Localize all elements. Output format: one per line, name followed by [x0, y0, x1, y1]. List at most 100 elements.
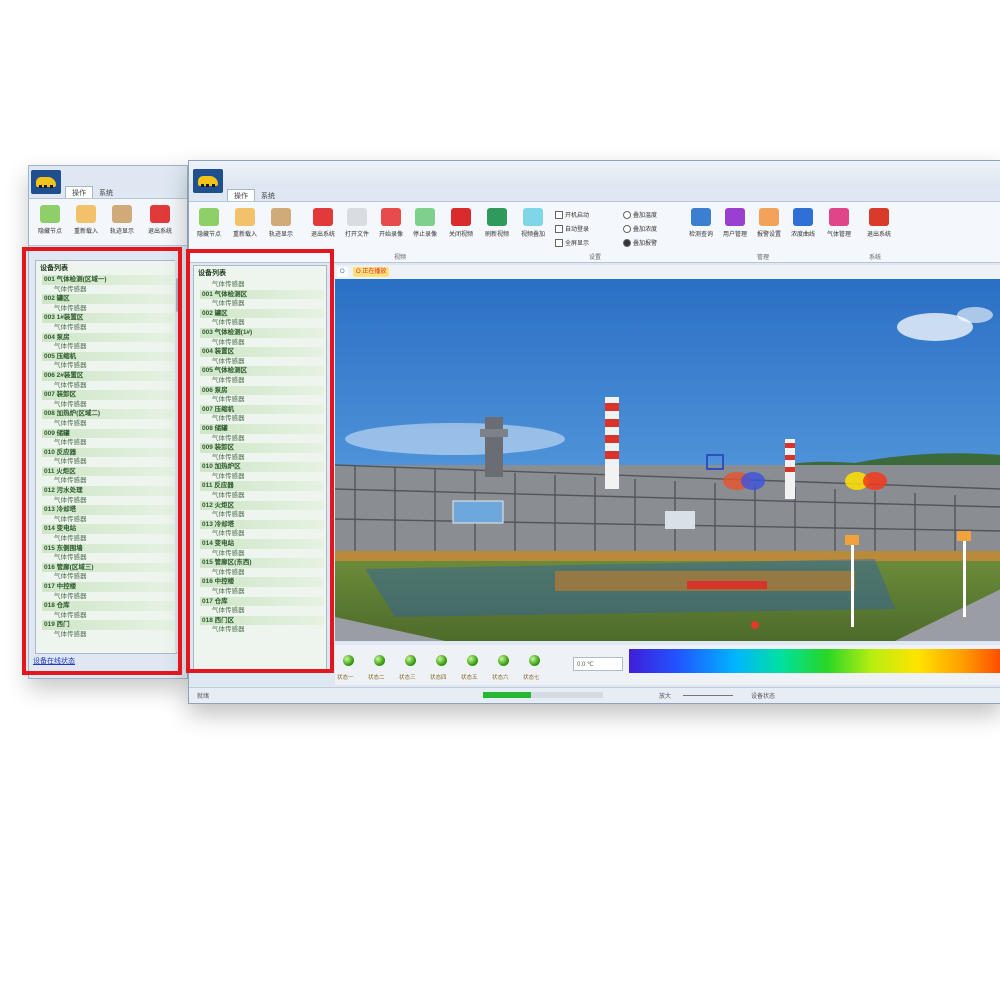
option-fullscreen[interactable]: 全屏显示 [555, 238, 590, 248]
option-label: 自动登录 [565, 227, 590, 233]
video-mode-button[interactable]: O [337, 267, 348, 277]
ribbon-button-label: 退出系统 [147, 229, 172, 235]
ribbon-toolbar: 隐藏节点 重新载入 轨迹显示 退出系统 [29, 198, 187, 246]
ribbon-button-green-arrow[interactable]: 停止录像 [407, 208, 443, 238]
playing-status-button[interactable]: O 正在播放 [353, 267, 390, 277]
record-icon [381, 208, 401, 226]
zoom-slider[interactable] [683, 695, 733, 696]
ribbon-button-label: 用户管理 [722, 232, 747, 238]
close-icon [150, 205, 170, 223]
ribbon-button-power[interactable]: 关闭视频 [443, 208, 479, 238]
orange-square-icon [76, 205, 96, 223]
status-led-label: 状态三 [399, 675, 416, 681]
ribbon-button-record[interactable]: 开始录像 [373, 208, 409, 238]
tan-square-icon [271, 208, 291, 226]
video-feed[interactable] [335, 279, 1000, 641]
ribbon-button-exit[interactable]: 退出系统 [861, 208, 897, 238]
status-led-icon [436, 655, 447, 666]
highlight-box-right [186, 249, 334, 673]
ribbon-button-label: 刷新视频 [484, 232, 509, 238]
ribbon-button-label: 轨迹显示 [109, 229, 134, 235]
radio-button[interactable] [623, 211, 631, 220]
title-bar [189, 161, 1000, 187]
status-led-label: 状态五 [461, 675, 478, 681]
ribbon-button-green-square[interactable]: 隐藏节点 [191, 208, 227, 238]
status-led-label: 状态六 [492, 675, 509, 681]
ribbon-button-label: 重新载入 [232, 232, 257, 238]
orange-square-icon [235, 208, 255, 226]
color-scale-bar [629, 649, 1000, 673]
ribbon-button-folder[interactable]: 打开文件 [339, 208, 375, 238]
option-autostart[interactable]: 开机启动 [555, 210, 590, 220]
ribbon-button-user[interactable]: 用户管理 [717, 208, 753, 238]
highlight-box-left [22, 247, 182, 675]
power-icon [451, 208, 471, 226]
option-label: 开机启动 [565, 213, 590, 219]
progress-fill [483, 692, 531, 698]
ribbon-button-overlay[interactable]: 视频叠加 [515, 208, 551, 238]
vehicle-logo-icon [36, 177, 56, 188]
ribbon-button-orange-square[interactable]: 重新载入 [227, 208, 263, 238]
temperature-field[interactable]: 0.0 ℃ [573, 657, 623, 671]
status-bar: 就绪 放大 设备状态 [189, 687, 1000, 703]
radio-overlay-alarm[interactable]: 叠加报警 [623, 238, 658, 248]
checkbox[interactable] [555, 225, 563, 234]
tan-square-icon [112, 205, 132, 223]
status-led-label: 状态四 [430, 675, 447, 681]
close-icon [313, 208, 333, 226]
group-label-manage: 管理 [757, 255, 770, 261]
ribbon-button-orange-square[interactable]: 重新载入 [69, 205, 103, 235]
status-led-icon [498, 655, 509, 666]
folder-icon [347, 208, 367, 226]
ribbon-button-label: 气体管理 [826, 232, 851, 238]
vehicle-logo-icon [198, 176, 218, 187]
ribbon-button-label: 退出系统 [310, 232, 335, 238]
radio-button[interactable] [623, 225, 631, 234]
search-icon [691, 208, 711, 226]
user-icon [725, 208, 745, 226]
ribbon-button-label: 检测查询 [688, 232, 713, 238]
ribbon-button-alarm[interactable]: 报警设置 [751, 208, 787, 238]
ribbon-button-green-square[interactable]: 隐藏节点 [33, 205, 67, 235]
ribbon-button-tan-square[interactable]: 轨迹显示 [263, 208, 299, 238]
status-led-label: 状态七 [523, 675, 540, 681]
ribbon-button-close[interactable]: 退出系统 [143, 205, 177, 235]
option-label: 叠加浓度 [633, 227, 658, 233]
checkbox[interactable] [555, 239, 563, 248]
option-label: 全屏显示 [565, 241, 590, 247]
ribbon-button-gas[interactable]: 气体管理 [821, 208, 857, 238]
app-logo [193, 169, 223, 193]
green-square-icon [40, 205, 60, 223]
ribbon-button-label: 开始录像 [378, 232, 403, 238]
status-led-icon [374, 655, 385, 666]
checkbox[interactable] [555, 211, 563, 220]
ribbon-button-refresh[interactable]: 刷新视频 [479, 208, 515, 238]
ribbon-button-label: 隐藏节点 [196, 232, 221, 238]
status-led-icon [405, 655, 416, 666]
ribbon-button-label: 报警设置 [756, 232, 781, 238]
industrial-site-image [335, 279, 1000, 641]
status-led-icon [343, 655, 354, 666]
status-ready-text: 就绪 [197, 694, 210, 700]
ribbon-button-label: 退出系统 [866, 232, 891, 238]
ribbon-button-tan-square[interactable]: 轨迹显示 [105, 205, 139, 235]
video-toolbar: O O 正在播放 [335, 265, 1000, 279]
radio-button[interactable] [623, 239, 631, 248]
option-label: 叠加报警 [633, 241, 658, 247]
option-autologin[interactable]: 自动登录 [555, 224, 590, 234]
radio-overlay-temp[interactable]: 叠加温度 [623, 210, 657, 220]
ribbon-button-search[interactable]: 检测查询 [683, 208, 719, 238]
ribbon-button-close[interactable]: 退出系统 [305, 208, 341, 238]
ribbon-button-label: 重新载入 [73, 229, 98, 235]
zoom-label: 放大 [659, 694, 672, 700]
refresh-icon [487, 208, 507, 226]
group-label-system: 系统 [869, 255, 882, 261]
ribbon-button-wave[interactable]: 浓度曲线 [785, 208, 821, 238]
app-logo [31, 170, 61, 194]
wave-icon [793, 208, 813, 226]
ribbon-button-label: 关闭视频 [448, 232, 473, 238]
ribbon-button-label: 隐藏节点 [37, 229, 62, 235]
radio-overlay-conc[interactable]: 叠加浓度 [623, 224, 658, 234]
ribbon-button-label: 停止录像 [412, 232, 437, 238]
progress-bar [483, 692, 603, 698]
